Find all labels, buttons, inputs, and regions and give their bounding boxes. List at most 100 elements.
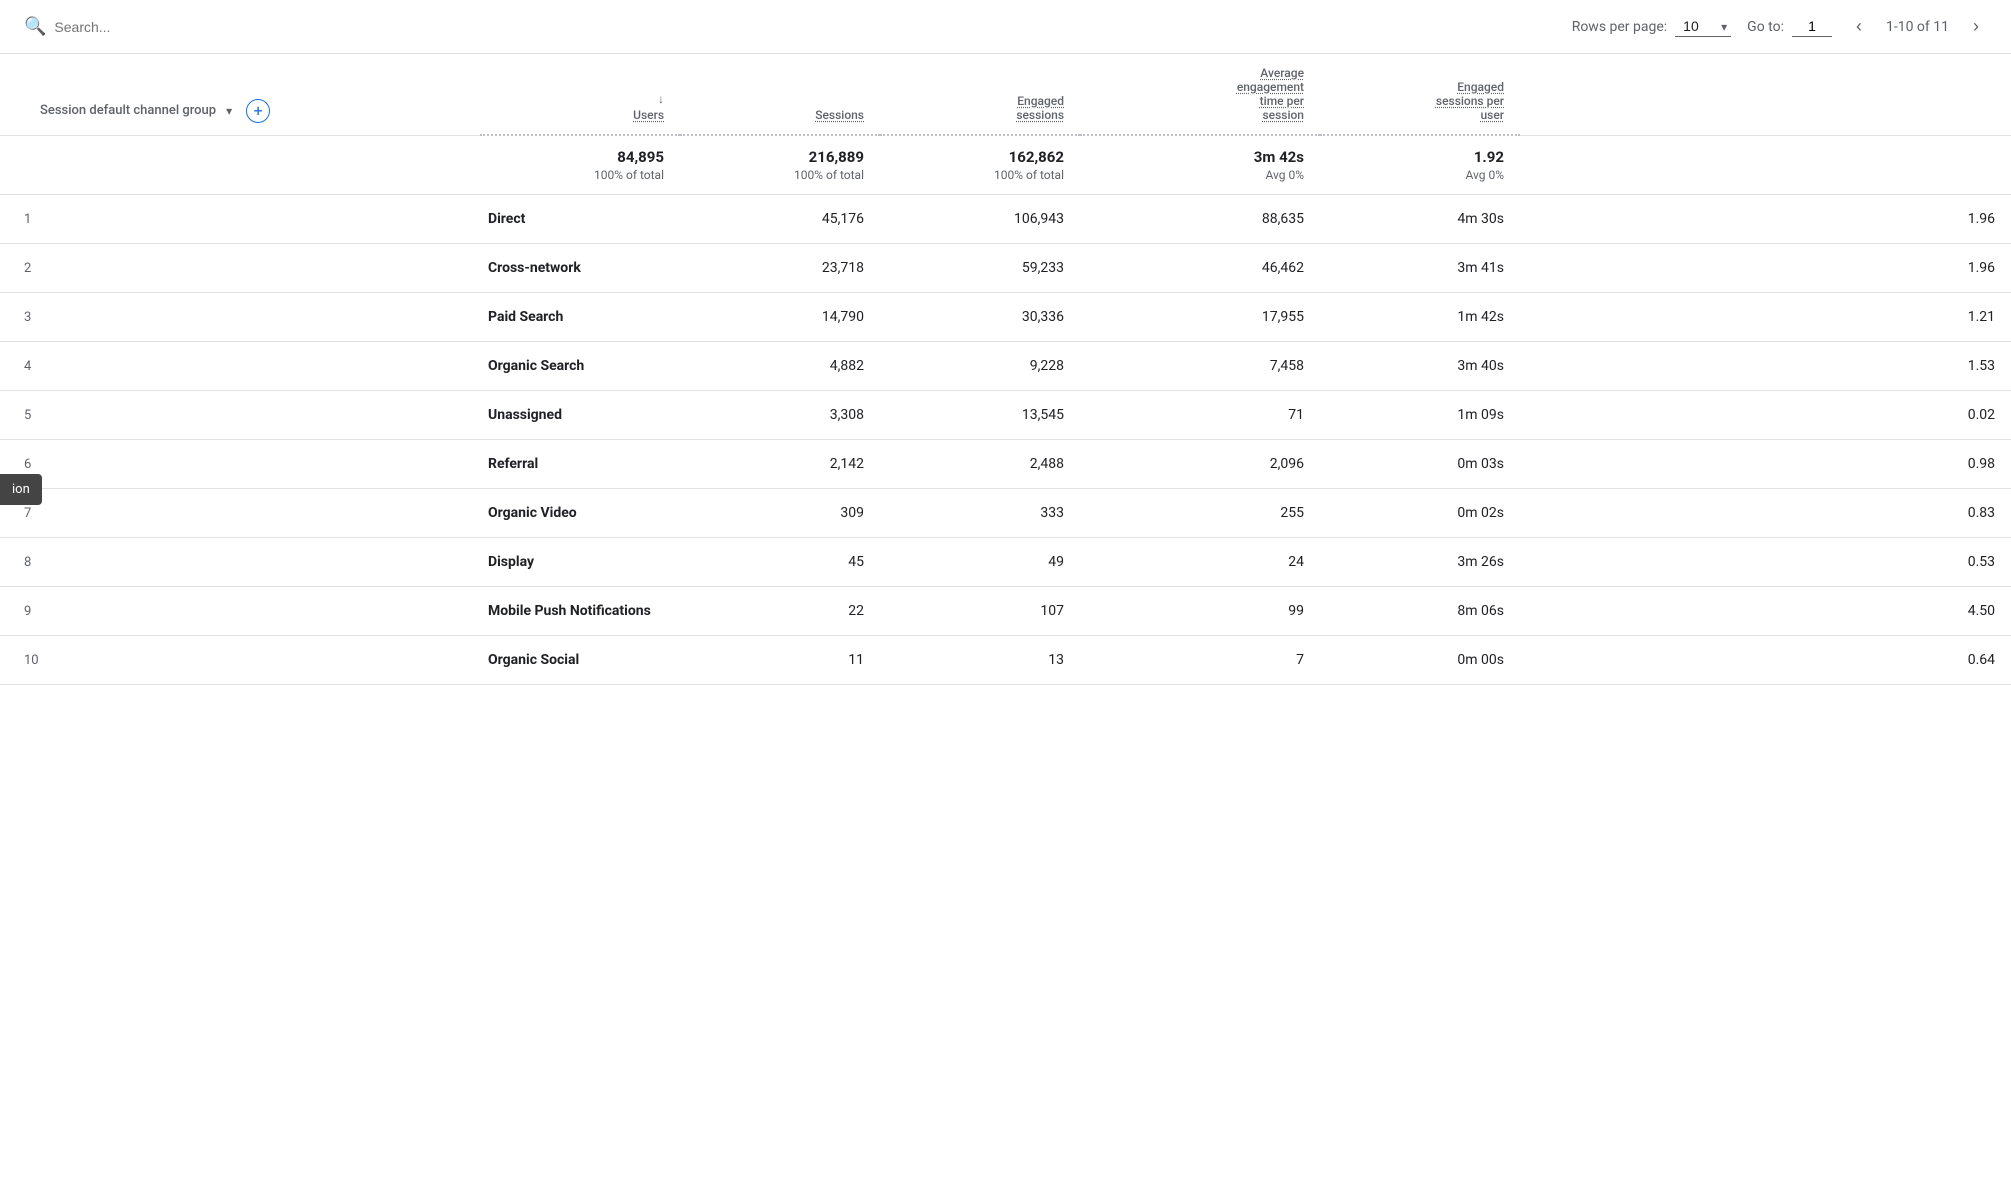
engaged-sessions-per-user-cell: 1.21 [1520, 293, 2011, 342]
avg-engagement-time-cell: 1m 42s [1320, 293, 1520, 342]
search-icon: 🔍 [24, 16, 46, 37]
table-row: 1 Direct 45,176 106,943 88,635 4m 30s 1.… [0, 195, 2011, 244]
users-column-label: Users [633, 108, 664, 122]
totals-engaged-per-user-cell: 1.92 Avg 0% [1320, 135, 1520, 195]
prev-page-button[interactable]: ‹ [1848, 12, 1870, 41]
avg-engagement-time-cell: 3m 41s [1320, 244, 1520, 293]
goto-section: Go to: [1747, 16, 1832, 37]
engaged-sessions-cell: 7 [1080, 636, 1320, 685]
row-number-cell: 4 [0, 342, 480, 391]
sessions-column-label: Sessions [815, 108, 864, 122]
row-number-cell: 10 [0, 636, 480, 685]
avg-engagement-time-cell: 4m 30s [1320, 195, 1520, 244]
sessions-cell: 333 [880, 489, 1080, 538]
sessions-column-header[interactable]: Sessions [680, 54, 880, 135]
toolbar: 🔍 Rows per page: 10 25 50 100 Go to: [0, 0, 2011, 54]
avg-engagement-time-column-header[interactable]: Averageengagementtime persession [1080, 54, 1320, 135]
next-page-button[interactable]: › [1965, 12, 1987, 41]
table-header-row: Session default channel group ▾ + ↓ User… [0, 54, 2011, 135]
channel-name-cell[interactable]: Display [480, 538, 680, 587]
search-box[interactable]: 🔍 [24, 16, 254, 37]
engaged-sessions-per-user-cell: 0.98 [1520, 440, 2011, 489]
channel-name-cell[interactable]: Cross-network [480, 244, 680, 293]
channel-name-cell[interactable]: Organic Social [480, 636, 680, 685]
table-row: 10 Organic Social 11 13 7 0m 00s 0.64 [0, 636, 2011, 685]
rows-per-page-select[interactable]: 10 25 50 100 [1675, 16, 1731, 37]
engaged-sessions-per-user-cell: 0.02 [1520, 391, 2011, 440]
table-row: 8 Display 45 49 24 3m 26s 0.53 [0, 538, 2011, 587]
totals-engaged-sessions-value: 162,862 [896, 148, 1064, 166]
avg-engagement-time-cell: 3m 40s [1320, 342, 1520, 391]
channel-name-cell[interactable]: Mobile Push Notifications [480, 587, 680, 636]
page-info: 1-10 of 11 [1886, 19, 1949, 35]
engaged-sessions-cell: 7,458 [1080, 342, 1320, 391]
engaged-sessions-cell: 46,462 [1080, 244, 1320, 293]
pagination-controls: Rows per page: 10 25 50 100 Go to: ‹ 1-1… [1572, 12, 1987, 41]
engaged-sessions-column-label: Engagedsessions [1016, 94, 1064, 122]
sessions-cell: 9,228 [880, 342, 1080, 391]
engaged-sessions-column-header[interactable]: Engagedsessions [880, 54, 1080, 135]
engaged-sessions-per-user-cell: 0.64 [1520, 636, 2011, 685]
row-number-cell: 7 [0, 489, 480, 538]
totals-avg-time-pct: Avg 0% [1096, 168, 1304, 182]
avg-engagement-time-column-label: Averageengagementtime persession [1237, 66, 1304, 122]
totals-avg-time-value: 3m 42s [1096, 148, 1304, 166]
sessions-cell: 59,233 [880, 244, 1080, 293]
table-row: 4 Organic Search 4,882 9,228 7,458 3m 40… [0, 342, 2011, 391]
users-cell: 309 [680, 489, 880, 538]
rows-per-page-select-wrapper[interactable]: 10 25 50 100 [1675, 16, 1731, 37]
sessions-cell: 106,943 [880, 195, 1080, 244]
sessions-cell: 49 [880, 538, 1080, 587]
table-row: 5 Unassigned 3,308 13,545 71 1m 09s 0.02 [0, 391, 2011, 440]
users-cell: 3,308 [680, 391, 880, 440]
totals-avg-time-cell: 3m 42s Avg 0% [1080, 135, 1320, 195]
goto-input[interactable] [1792, 16, 1832, 37]
data-table: Session default channel group ▾ + ↓ User… [0, 54, 2011, 685]
totals-engaged-per-user-pct: Avg 0% [1336, 168, 1504, 182]
users-cell: 22 [680, 587, 880, 636]
users-cell: 45,176 [680, 195, 880, 244]
dimension-column-header[interactable]: Session default channel group ▾ + [0, 54, 480, 135]
totals-users-pct: 100% of total [496, 168, 664, 182]
table-row: 9 Mobile Push Notifications 22 107 99 8m… [0, 587, 2011, 636]
users-column-header[interactable]: ↓ Users [480, 54, 680, 135]
table-row: 6 Referral 2,142 2,488 2,096 0m 03s 0.98 [0, 440, 2011, 489]
channel-name-cell[interactable]: Referral [480, 440, 680, 489]
table-wrapper: ion Session default channel group ▾ + ↓ [0, 54, 2011, 685]
totals-sessions-cell: 216,889 100% of total [680, 135, 880, 195]
engaged-sessions-cell: 88,635 [1080, 195, 1320, 244]
totals-dimension-cell [0, 135, 480, 195]
channel-name-cell[interactable]: Unassigned [480, 391, 680, 440]
rows-per-page-section: Rows per page: 10 25 50 100 [1572, 16, 1731, 37]
main-container: 🔍 Rows per page: 10 25 50 100 Go to: [0, 0, 2011, 685]
users-cell: 45 [680, 538, 880, 587]
search-input[interactable] [54, 19, 254, 35]
totals-engaged-sessions-pct: 100% of total [896, 168, 1064, 182]
goto-label: Go to: [1747, 19, 1784, 35]
totals-users-value: 84,895 [496, 148, 664, 166]
channel-name-cell[interactable]: Paid Search [480, 293, 680, 342]
avg-engagement-time-cell: 0m 03s [1320, 440, 1520, 489]
row-number-cell: 9 [0, 587, 480, 636]
totals-engaged-sessions-cell: 162,862 100% of total [880, 135, 1080, 195]
rows-per-page-label: Rows per page: [1572, 19, 1667, 35]
channel-name-cell[interactable]: Organic Video [480, 489, 680, 538]
totals-sessions-pct: 100% of total [696, 168, 864, 182]
engaged-sessions-per-user-column-header[interactable]: Engagedsessions peruser [1320, 54, 1520, 135]
users-sort-icon: ↓ [658, 92, 664, 106]
row-number-cell: 8 [0, 538, 480, 587]
sessions-cell: 13,545 [880, 391, 1080, 440]
engaged-sessions-per-user-cell: 0.53 [1520, 538, 2011, 587]
users-cell: 23,718 [680, 244, 880, 293]
channel-name-cell[interactable]: Organic Search [480, 342, 680, 391]
dimension-column-label: Session default channel group [40, 103, 216, 118]
add-dimension-button[interactable]: + [246, 99, 270, 123]
engaged-sessions-per-user-cell: 1.96 [1520, 195, 2011, 244]
dimension-dropdown-icon[interactable]: ▾ [226, 104, 232, 118]
users-cell: 4,882 [680, 342, 880, 391]
engaged-sessions-per-user-column-label: Engagedsessions peruser [1436, 80, 1504, 122]
channel-name-cell[interactable]: Direct [480, 195, 680, 244]
engaged-sessions-per-user-cell: 4.50 [1520, 587, 2011, 636]
users-cell: 11 [680, 636, 880, 685]
row-number-cell: 1 [0, 195, 480, 244]
